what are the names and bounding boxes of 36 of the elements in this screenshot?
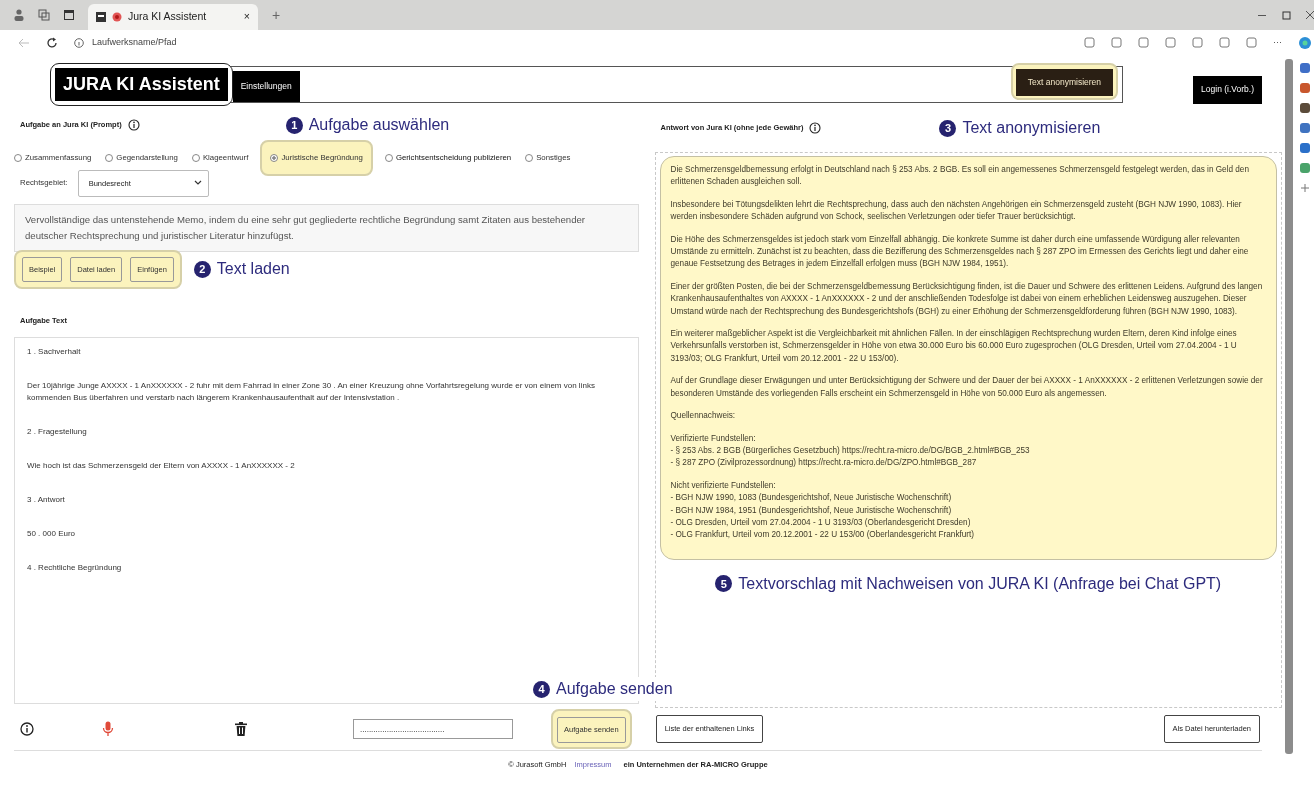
- key-field[interactable]: ......................................: [353, 719, 513, 739]
- info-icon[interactable]: [20, 722, 34, 736]
- info-icon[interactable]: [127, 119, 140, 131]
- workspaces-icon[interactable]: [38, 9, 50, 21]
- prompt-text: Vervollständige das untenstehende Memo, indem du eine sehr gut gegliederte rechtliche Begründung samt Zitaten aus bestehender deutscher Rechtsprechung und juristischer Literatur hinzufügst.: [14, 203, 639, 252]
- scrollbar[interactable]: [1285, 59, 1293, 754]
- annotation-number: 5: [715, 575, 733, 593]
- tab-actions-icon[interactable]: [64, 10, 74, 20]
- annotation-number: 1: [285, 116, 303, 134]
- recording-dot-icon: [112, 12, 122, 22]
- tab-close-button[interactable]: ×: [243, 9, 250, 25]
- annotation-number: 2: [193, 260, 211, 278]
- annotation-label: Text anonymisieren: [962, 118, 1101, 138]
- address-bar[interactable]: Laufwerksname/Pfad: [74, 35, 177, 50]
- answer-text: Die Schmerzensgeldbemessung erfolgt in Deutschland nach § 253 Abs. 2 BGB. Es soll ein angemessenes Schmerzensgeld festgelegt werden, das in Geld den erlittenen Schaden ausgleichen soll. Insbesondere bei Tötungsdelikten lehrt die Rechtsprechung, dass auch den nächsten Angehörigen ein Schmerzensgeld zusteht (BGH NJW 1990, 1083). Hier werden insbesondere Schäden aufgrund von Schock, seelischen Verletzungen oder tiefer Trauer berücksichtigt. Die Höhe des Schmerzensgeldes ist jedoch stark vom Einzelfall abhängig. Die konkrete Summe ist daher durch eine umfassende Würdigung aller relevanten Umstände zu ermitteln. Zunächst ist zu beachten, dass die Bezifferung des Schmerzensgeldes nach § 287 ZPO im Ermessen des Gerichts liegt und daher eine genaue Festsetzung des Betrages in jedem Einzelfall erfolgen muss (BGH NJW 1984, 1951). Einer der größten Posten, die bei der Schmerzensgeldbemessung Berücksichtigung finden, ist die Dauer und Schwere des erlittenen Leidens. Aufgrund des langen Krankenhausaufenthaltes von AXXXX - 1 AnXXXXXX - 2 und der anschließenden Todesfolge ist dabei von einem erheblichen Leidensweg auszugehen. Dieser Umstand würde nach der Rechtsprechung des Bundesgerichtshofs (BGH) zu einer Erhöhung der Schmerzensgeldforderung führen (BGH NJW 1990, 1083). Ein weiterer maßgeblicher Aspekt ist die Vergleichbarkeit mit ähnlichen Fällen. In der einschlägigen Rechtsprechung wurden Eltern, deren Kind infolge eines Verkehrsunfalls verstorben ist, Schmerzensgelder in Höhe von etwa 30.000 Euro bis 60.000 Euro zugesprochen (OLG Dresden, Urteil vom 27.04.2004 - 1 U 3193/03; OLG Frankfurt, Urteil vom 20.12.2001 - 22 U 153/00). Auf der Grundlage dieser Erwägungen und unter Berücksichtigung der Schwere und der Dauer der bei AXXXX - 1 AnXXXXXX - 2 erlittenen Verletzungen sowie der besonderen Umstände des vorliegenden Falls erscheint ein Schmerzensgeld in Höhe von 50.000 Euro als angemessen. Quellennachweis: Verifizierte Fundstellen: - § 253 Abs. 2 BGB (Bürgerliches Gesetzbuch) https://recht.ra-micro.de/DG/BGB_2.html#BGB_253 - § 287 ZPO (Zivilprozessordnung) https://recht.ra-micro.de/DG/ZPO.html#BGB_287 Nicht verifizierte Fundstellen: - BGH NJW 1990, 1083 (Bundesgerichtshof, Neue Juristische Wochenschrift) - BGH NJW 1984, 1951 (Bundesgerichtshof, Neue Juristische Wochenschrift) - OLG Dresden, Urteil vom 27.04.2004 - 1 U 3193/03 (Oberlandesgericht Dresden) - OLG Frankfurt, Urteil vom 20.12.2001 - 22 U 153/00 (Oberlandesgericht Frankfurt): [659, 156, 1277, 560]
- annotation-label: Aufgabe auswählen: [308, 115, 450, 135]
- login-button[interactable]: Login (i.Vorb.): [1193, 75, 1262, 104]
- settings-button[interactable]: Einstellungen: [232, 71, 300, 102]
- annotation-label: Text laden: [216, 259, 290, 280]
- annotation-number: 4: [533, 680, 550, 698]
- annotation-label: Textvorschlag mit Nachweisen von JURA KI (Anfrage bei Chat GPT): [738, 573, 1222, 594]
- app-logo: JURA KI Assistent: [55, 68, 228, 101]
- more-button[interactable]: ···: [1273, 35, 1282, 50]
- restore-icon[interactable]: [1282, 10, 1292, 20]
- profile-icon[interactable]: [14, 9, 24, 21]
- trash-icon[interactable]: [235, 722, 247, 736]
- chevron-icon: [193, 180, 202, 187]
- browser-tab[interactable]: Jura KI Assistent ×: [88, 4, 258, 30]
- page-icon: [96, 12, 106, 22]
- close-icon[interactable]: [1306, 10, 1314, 20]
- anonymize-button[interactable]: Text anonymisieren: [1015, 68, 1114, 96]
- add-icon[interactable]: [1300, 183, 1310, 193]
- annotation-number: 3: [939, 119, 957, 137]
- new-tab-button[interactable]: +: [272, 4, 281, 26]
- reload-icon[interactable]: [46, 36, 58, 49]
- info-icon[interactable]: [809, 122, 822, 134]
